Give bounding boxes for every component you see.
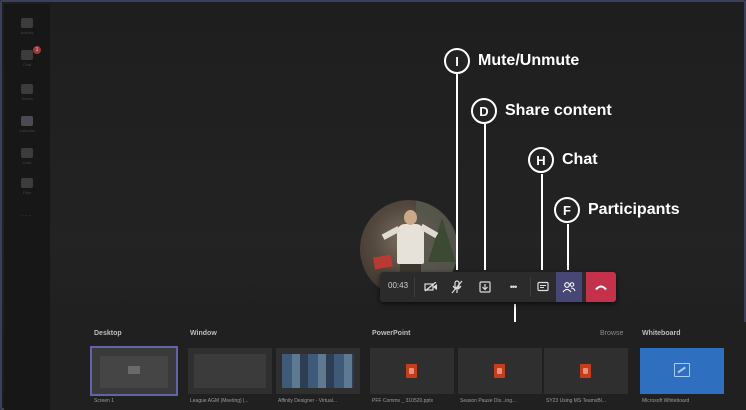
share-tray-icon [479, 281, 491, 293]
share-option-window-meeting[interactable] [188, 348, 272, 394]
tray-heading-whiteboard: Whiteboard [642, 330, 681, 337]
rail-item-calendar[interactable]: Calendar [4, 110, 50, 138]
share-option-label: Microsoft Whiteboard [642, 398, 690, 404]
share-content-button[interactable] [474, 272, 496, 302]
tray-heading-desktop: Desktop [94, 330, 122, 337]
rail-item-chat[interactable]: Chat 1 [4, 44, 50, 72]
chat-icon [21, 49, 33, 60]
rail-item-label: Activity [20, 29, 34, 35]
share-option-pptx-2[interactable] [458, 348, 542, 394]
phone-icon [21, 147, 33, 158]
more-apps-icon[interactable]: ... [21, 208, 32, 218]
video-person-body [397, 224, 424, 264]
powerpoint-icon [406, 364, 417, 378]
callout-text: Participants [588, 201, 680, 218]
rail-item-label: Teams [21, 95, 33, 101]
rail-item-files[interactable]: Files [4, 172, 50, 200]
window-preview [282, 354, 354, 388]
hang-up-button[interactable] [586, 272, 616, 302]
camera-toggle-button[interactable] [420, 272, 442, 302]
screen-preview-window [128, 366, 140, 374]
camera-off-icon [424, 282, 437, 292]
rail-item-label: Chat [22, 61, 32, 67]
callout-participants: F Participants [554, 197, 680, 223]
rail-item-calls[interactable]: Calls [4, 142, 50, 170]
app-window: Activity Chat 1 Teams Calendar Calls Fil… [0, 0, 746, 410]
rail-item-activity[interactable]: Activity [4, 12, 50, 40]
mute-button[interactable] [446, 272, 468, 302]
powerpoint-icon [494, 364, 505, 378]
video-red-object [373, 254, 393, 270]
leader-line-share [484, 124, 486, 270]
chat-icon [537, 281, 549, 292]
leader-line-participants [567, 224, 569, 270]
rail-item-label: Calendar [18, 127, 36, 133]
chat-button[interactable] [532, 272, 554, 302]
rail-item-label: Files [22, 189, 32, 195]
share-option-label: SY23 Using MS TeamsBl... [546, 398, 606, 404]
rail-item-label: Calls [22, 159, 32, 165]
screen-preview [100, 356, 168, 388]
share-option-screen[interactable] [90, 346, 178, 396]
window-preview [194, 354, 266, 388]
leader-line-mute [456, 74, 458, 270]
powerpoint-icon [580, 364, 591, 378]
video-person-head [404, 210, 417, 225]
callout-text: Share content [505, 102, 612, 119]
callout-text: Chat [562, 151, 598, 168]
more-actions-button[interactable]: ••• [502, 272, 524, 302]
whiteboard-icon [674, 363, 690, 377]
callout-letter: I [444, 48, 470, 74]
mic-off-icon [451, 280, 463, 294]
meeting-toolbar: 00:43 ••• [380, 272, 616, 302]
file-icon [21, 177, 33, 188]
share-option-label: PFF Comms _ 310520.pptx [372, 398, 434, 404]
rail-item-teams[interactable]: Teams [4, 78, 50, 106]
share-option-pptx-3[interactable] [544, 348, 628, 394]
participants-icon [562, 282, 576, 293]
share-option-label: Screen 1 [94, 398, 115, 404]
callout-letter: H [528, 147, 554, 173]
divider [530, 277, 531, 297]
share-option-label: Affinity Designer - Virtual... [278, 398, 338, 404]
divider [414, 277, 415, 297]
callout-text: Mute/Unmute [478, 52, 580, 69]
share-tray: Desktop Window PowerPoint Browse Whitebo… [50, 322, 746, 410]
callout-letter: D [471, 98, 497, 124]
hang-up-icon [595, 285, 607, 290]
call-timer: 00:43 [388, 281, 409, 290]
share-option-whiteboard[interactable] [640, 348, 724, 394]
calendar-icon [21, 115, 33, 126]
left-rail: Activity Chat 1 Teams Calendar Calls Fil… [4, 4, 50, 410]
bell-icon [21, 17, 33, 28]
share-option-window-affinity[interactable] [276, 348, 360, 394]
callout-mute-unmute: I Mute/Unmute [444, 48, 579, 74]
tray-heading-powerpoint: PowerPoint [372, 330, 411, 337]
callout-chat: H Chat [528, 147, 598, 173]
share-option-label: League AGM (Meeting) |... [190, 398, 249, 404]
callout-share-content: D Share content [471, 98, 612, 124]
participants-button[interactable] [556, 272, 582, 302]
share-option-pptx-1[interactable] [370, 348, 454, 394]
browse-link[interactable]: Browse [600, 330, 623, 337]
leader-line-chat [541, 174, 543, 270]
tray-heading-window: Window [190, 330, 217, 337]
callout-letter: F [554, 197, 580, 223]
unread-badge: 1 [33, 46, 41, 54]
video-tree [428, 218, 456, 262]
share-option-label: Season Pause Dis...ing... [460, 398, 517, 404]
teams-icon [21, 83, 33, 94]
